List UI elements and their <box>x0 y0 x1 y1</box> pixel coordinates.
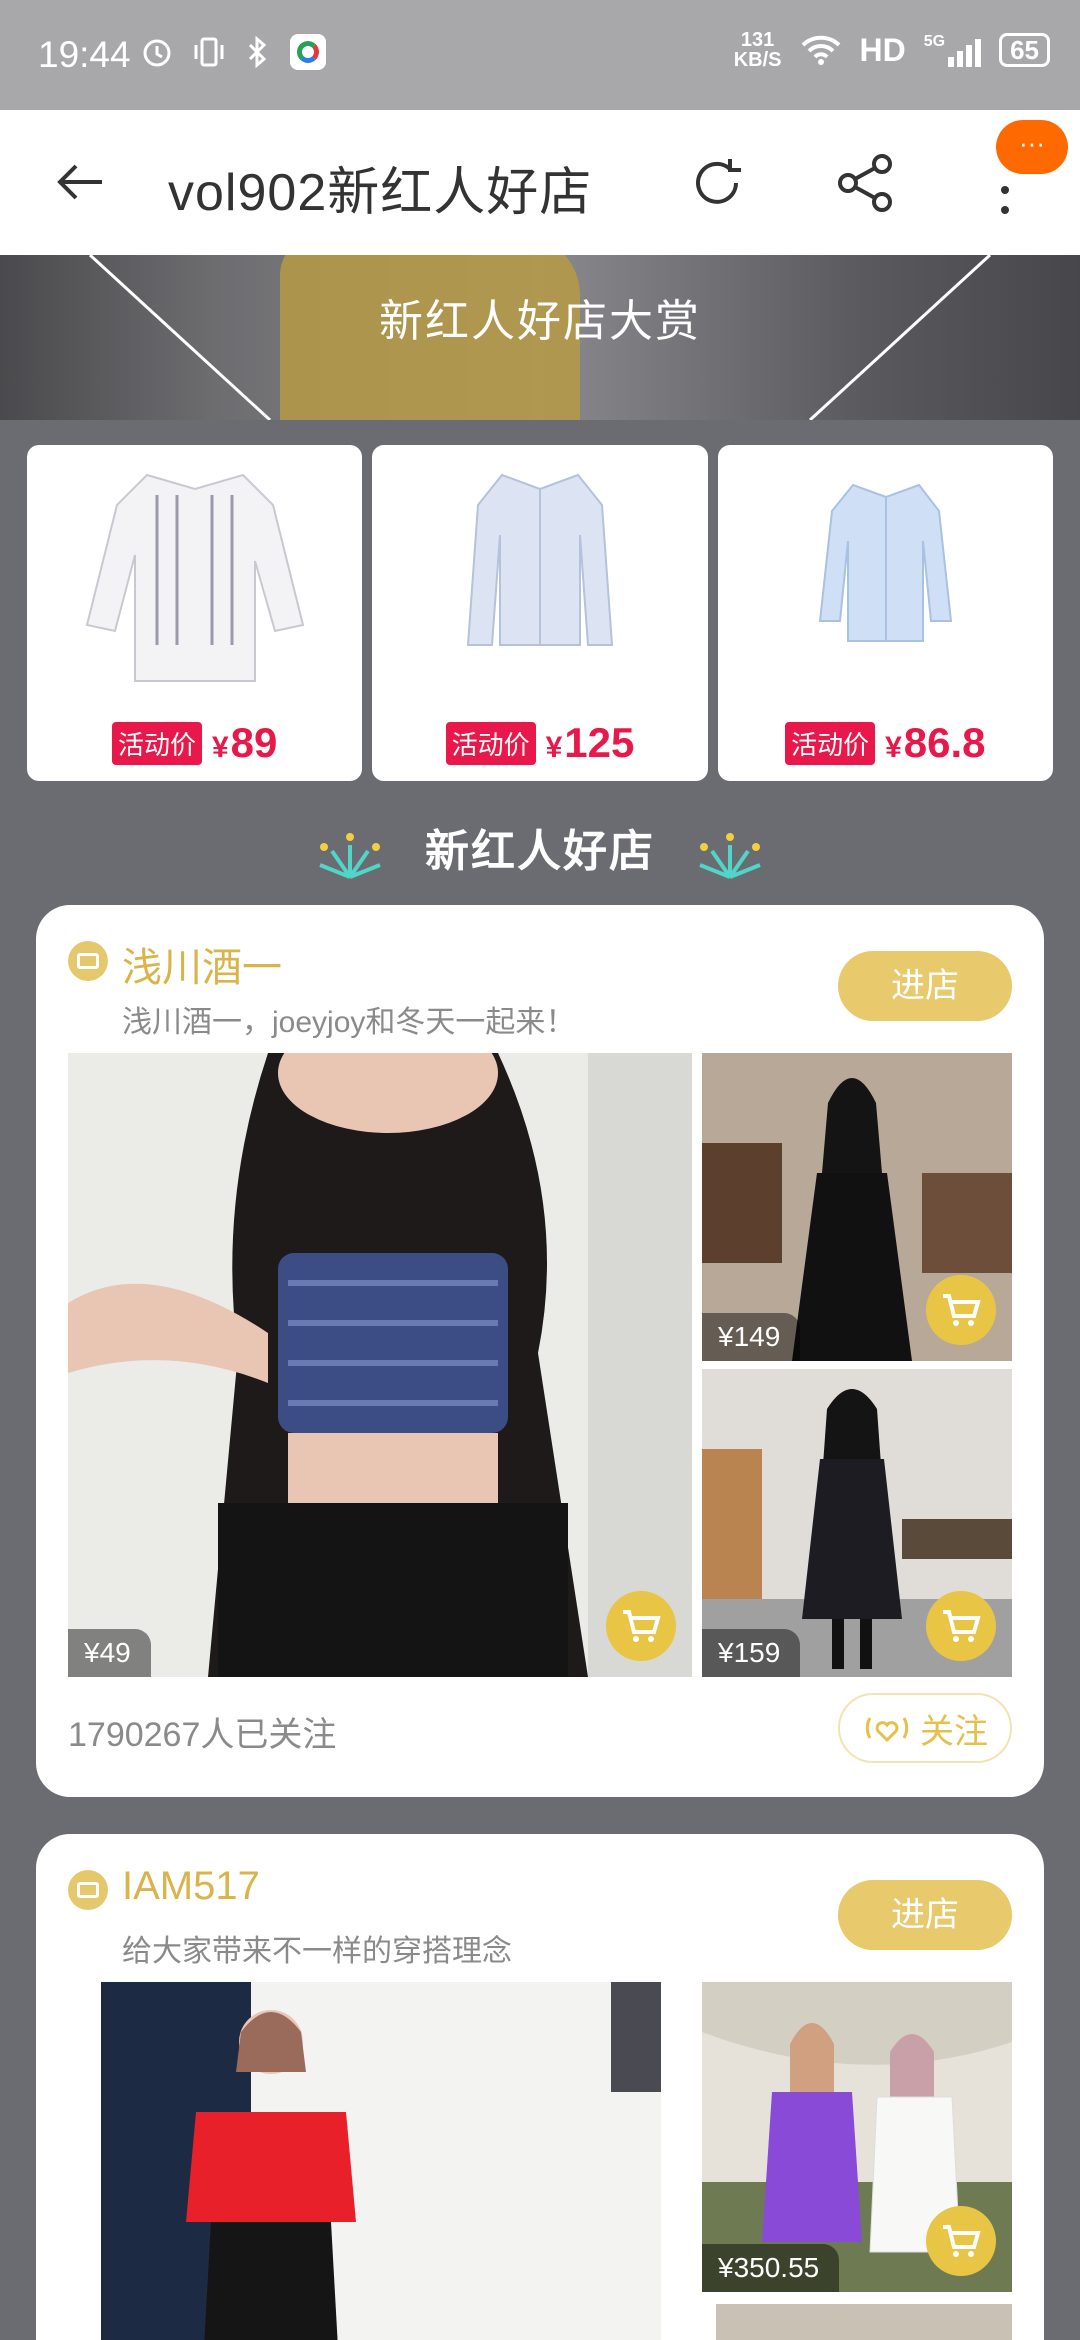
product-card[interactable]: 活动价 ¥89 <box>27 445 363 781</box>
store-description: 给大家带来不一样的穿搭理念 <box>122 1935 512 1968</box>
bluetooth-icon <box>248 35 267 69</box>
store-name[interactable]: IAM517 <box>122 1864 260 1909</box>
store-item[interactable]: ¥350.55 <box>702 1982 1012 2292</box>
share-icon[interactable] <box>832 150 898 216</box>
item-price: ¥159 <box>702 1629 801 1677</box>
item-image <box>101 1982 661 2340</box>
store-card[interactable]: IAM517 给大家带来不一样的穿搭理念 进店 ¥350.55 <box>36 1834 1044 2340</box>
page-title: vol902新红人好店 <box>168 164 593 222</box>
banner[interactable]: 新红人好店大赏 <box>0 255 1080 420</box>
wifi-icon <box>801 35 840 65</box>
banner-title: 新红人好店大赏 <box>379 297 701 346</box>
follow-label: 关注 <box>920 1712 988 1751</box>
follower-count: 1790267人已关注 <box>68 1716 337 1754</box>
product-card[interactable]: 活动价 ¥125 <box>372 445 708 781</box>
promo-tag: 活动价 <box>785 721 876 765</box>
cart-icon <box>943 1610 981 1642</box>
add-to-cart-button[interactable] <box>606 1591 676 1661</box>
add-to-cart-button[interactable] <box>926 2206 996 2276</box>
alarm-icon <box>143 39 171 67</box>
product-card[interactable]: 活动价 ¥86.8 <box>717 445 1053 781</box>
product-image-striped-shirt <box>85 473 305 682</box>
heart-signal-icon <box>865 1717 909 1743</box>
app-notification-icon <box>290 34 326 70</box>
promo-tag: 活动价 <box>111 721 202 765</box>
store-icon <box>68 941 108 981</box>
section-title: 新红人好店 <box>425 827 655 876</box>
status-right: 131 KB/S HD 5G 65 <box>734 30 1050 70</box>
clock: 19:44 <box>38 34 131 75</box>
store-icon <box>68 1870 108 1910</box>
cart-icon <box>943 1294 981 1326</box>
item-price: ¥49 <box>68 1629 151 1677</box>
item-price: ¥350.55 <box>702 2244 840 2292</box>
store-description: 浅川酒一，joeyjoy和冬天一起来！ <box>122 1006 576 1039</box>
nav-bar: vol902新红人好店 <box>0 110 1080 255</box>
store-item[interactable] <box>101 1982 661 2340</box>
price-value: 89 <box>230 719 278 766</box>
item-price: ¥149 <box>702 1313 801 1361</box>
cart-icon <box>623 1610 661 1642</box>
firework-icon-right <box>699 833 761 879</box>
cart-icon <box>943 2225 981 2257</box>
more-options-icon[interactable] <box>990 166 1020 226</box>
promo-tag: 活动价 <box>445 721 536 765</box>
signal-icon: 5G <box>924 33 982 67</box>
notification-badge[interactable]: ··· <box>996 120 1068 174</box>
status-bar: 19:44 131 KB/S HD 5G 65 <box>0 0 1080 110</box>
store-item[interactable]: ¥49 <box>68 1053 692 1677</box>
item-image <box>68 1053 692 1677</box>
add-to-cart-button[interactable] <box>926 1275 996 1345</box>
store-item[interactable] <box>716 2304 1012 2340</box>
store-item[interactable]: ¥159 <box>702 1369 1012 1677</box>
product-image-blue-shirt <box>467 473 614 646</box>
product-price: 活动价 ¥125 <box>372 719 707 767</box>
price-value: 86.8 <box>903 719 986 766</box>
store-card[interactable]: 浅川酒一 浅川酒一，joeyjoy和冬天一起来！ 进店 ¥49 ¥149 ¥15… <box>36 905 1044 1797</box>
hd-indicator: HD <box>859 31 906 68</box>
product-price: 活动价 ¥89 <box>27 719 362 767</box>
status-icons <box>140 34 326 70</box>
vibrate-icon <box>194 37 224 67</box>
follow-button[interactable]: 关注 <box>838 1693 1012 1763</box>
enter-store-button[interactable]: 进店 <box>838 1880 1012 1950</box>
featured-products: 活动价 ¥89 活动价 ¥125 活动价 ¥86.8 <box>27 445 1053 781</box>
price-value: 125 <box>564 719 635 766</box>
store-item[interactable]: ¥149 <box>702 1053 1012 1361</box>
product-image-light-blue-shirt <box>818 483 952 642</box>
product-price: 活动价 ¥86.8 <box>718 719 1053 767</box>
enter-store-button[interactable]: 进店 <box>838 951 1012 1021</box>
battery-icon: 65 <box>999 33 1050 67</box>
refresh-icon[interactable] <box>684 150 750 216</box>
store-name[interactable]: 浅川酒一 <box>122 935 282 993</box>
add-to-cart-button[interactable] <box>926 1591 996 1661</box>
net-speed: 131 KB/S <box>733 29 782 71</box>
back-arrow-icon[interactable] <box>52 154 108 210</box>
